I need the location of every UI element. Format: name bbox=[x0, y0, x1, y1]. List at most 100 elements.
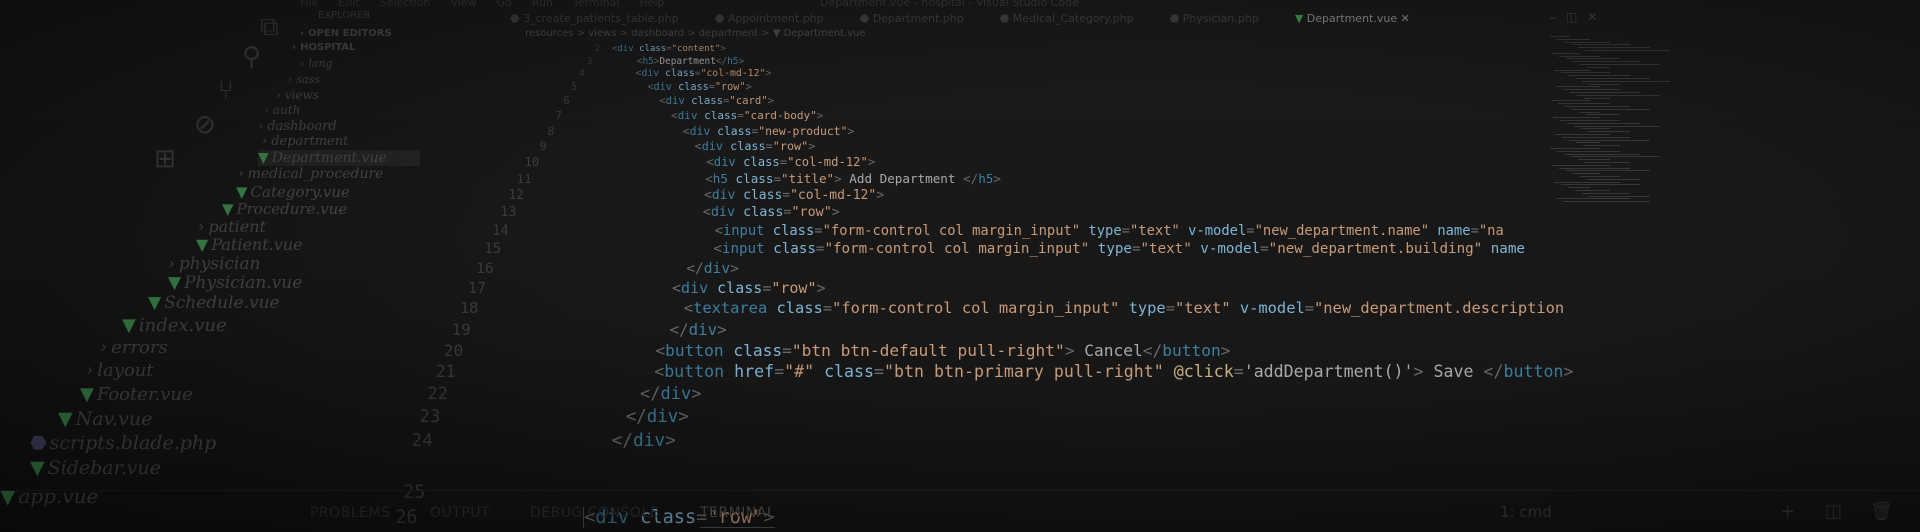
tab-department-php[interactable]: ⬣ Department.php bbox=[860, 12, 964, 25]
code-line[interactable]: <div class="card"> bbox=[659, 95, 774, 107]
minimap-line bbox=[1559, 167, 1630, 169]
code-line[interactable]: <div class="card-body"> bbox=[671, 109, 823, 122]
tab-appointment-php[interactable]: ⬣ Appointment.php bbox=[715, 12, 824, 25]
terminal-shell-select[interactable]: 1: cmd bbox=[1500, 503, 1552, 521]
explorer-folder-layout[interactable]: › layout bbox=[86, 360, 154, 381]
explorer-vue-patient-vue[interactable]: ▼ Patient.vue bbox=[196, 235, 303, 254]
code-line[interactable]: <h5>Department</h5> bbox=[637, 56, 744, 67]
explorer-vue-nav-vue[interactable]: ▼ Nav.vue bbox=[58, 408, 152, 430]
code-token: Save bbox=[1423, 362, 1484, 382]
menu-item-run[interactable]: Run bbox=[532, 0, 553, 9]
code-token: "row" bbox=[772, 138, 809, 153]
code-line[interactable]: </div> bbox=[670, 320, 727, 339]
minimap-line bbox=[1561, 184, 1640, 186]
code-line[interactable]: <div class="row"> bbox=[695, 139, 816, 153]
explorer-vue-index-vue[interactable]: ▼ index.vue bbox=[122, 315, 227, 336]
explorer-folder-views[interactable]: › views bbox=[276, 88, 319, 102]
explorer-vue-physician-vue[interactable]: ▼ Physician.vue bbox=[168, 273, 302, 293]
menu-item-view[interactable]: View bbox=[450, 0, 476, 9]
code-line[interactable]: <div class="content"> bbox=[612, 44, 726, 54]
code-line[interactable]: <div class="new-product"> bbox=[683, 124, 854, 138]
code-line[interactable]: </div> bbox=[612, 430, 676, 451]
minimap-line bbox=[1571, 44, 1630, 46]
vue-file-icon: ▼ bbox=[80, 384, 94, 405]
code-token: h5 bbox=[727, 55, 739, 67]
panel-tab-terminal[interactable]: TERMINAL bbox=[700, 505, 776, 528]
code-line[interactable]: <input class="form-control col margin_in… bbox=[715, 223, 1504, 239]
code-line[interactable]: </div> bbox=[640, 384, 701, 404]
window-controls[interactable]: ⎯◫✕ bbox=[1550, 10, 1607, 25]
code-token: > bbox=[665, 430, 676, 452]
menu-item-go[interactable]: Go bbox=[497, 0, 512, 9]
tab-physician-php[interactable]: ⬣ Physician.php bbox=[1170, 12, 1259, 25]
explorer-php-scripts-blade-php[interactable]: ⬣ scripts.blade.php bbox=[30, 432, 216, 454]
code-line[interactable]: </div> bbox=[686, 260, 739, 277]
explorer-item-label: views bbox=[284, 88, 319, 102]
vue-file-icon: ▼ bbox=[148, 293, 162, 313]
split-icon[interactable]: ◫ bbox=[1825, 501, 1842, 522]
explorer-folder-department[interactable]: › department bbox=[262, 134, 348, 149]
explorer-vue-category-vue[interactable]: ▼ Category.vue bbox=[236, 183, 350, 201]
code-line[interactable]: <h5 class="title"> Add Department </h5> bbox=[705, 171, 1001, 186]
code-token: </ bbox=[715, 55, 728, 67]
explorer-folder-lang[interactable]: › lang bbox=[300, 57, 333, 70]
code-line[interactable]: <button class="btn btn-default pull-righ… bbox=[655, 341, 1230, 360]
explorer-folder-dashboard[interactable]: › dashboard bbox=[258, 119, 337, 134]
minimap-line bbox=[1563, 89, 1620, 91]
tab-3-create-patients-table-php[interactable]: ⬣ 3_create_patients_table.php bbox=[510, 12, 679, 25]
explorer-item-label: errors bbox=[111, 337, 168, 358]
line-number: 11 bbox=[516, 170, 532, 186]
explorer-header-hospital[interactable]: › HOSPITAL bbox=[292, 42, 355, 53]
tab-medical-category-php[interactable]: ⬣ Medical_Category.php bbox=[1000, 12, 1134, 25]
explorer-vue-sidebar-vue[interactable]: ▼ Sidebar.vue bbox=[30, 457, 161, 479]
explorer-vue-schedule-vue[interactable]: ▼ Schedule.vue bbox=[148, 293, 280, 313]
code-token: "form-control col margin_input" bbox=[832, 299, 1120, 318]
code-line[interactable]: <div class="col-md-12"> bbox=[636, 68, 772, 79]
explorer-folder-sass[interactable]: › sass bbox=[288, 73, 320, 86]
minimap[interactable] bbox=[1540, 36, 1720, 206]
panel-tab-output[interactable]: OUTPUT bbox=[430, 505, 490, 521]
breadcrumb[interactable]: resources > views > dashboard > departme… bbox=[525, 28, 866, 39]
explorer-folder-auth[interactable]: › auth bbox=[264, 103, 300, 117]
code-line[interactable]: <div class="row"> bbox=[647, 82, 751, 93]
code-line[interactable]: <div class="col-md-12"> bbox=[706, 155, 875, 169]
explorer-vue-footer-vue[interactable]: ▼ Footer.vue bbox=[80, 384, 193, 405]
explorer-folder-errors[interactable]: › errors bbox=[100, 337, 168, 358]
panel-tab-debug-console[interactable]: DEBUG CONSOLE bbox=[530, 505, 659, 521]
explorer-folder-medical-procedure[interactable]: › medical_procedure bbox=[238, 166, 383, 182]
close-icon[interactable]: ✕ bbox=[1587, 10, 1607, 24]
menu-item-help[interactable]: Help bbox=[639, 0, 664, 9]
code-token: "col-md-12" bbox=[700, 68, 766, 80]
code-line[interactable]: <div class="row"> bbox=[703, 205, 840, 220]
explorer-vue-department-vue[interactable]: ▼ Department.vue bbox=[258, 150, 420, 166]
code-line[interactable]: <button href="#" class="btn btn-primary … bbox=[654, 362, 1573, 381]
code-line[interactable]: <textarea class="form-control col margin… bbox=[684, 299, 1564, 317]
tab-department-vue[interactable]: ▼ Department.vue ✕ bbox=[1295, 12, 1410, 25]
php-file-icon: ⬣ bbox=[30, 432, 47, 454]
panel-tab-problems[interactable]: PROBLEMS bbox=[310, 505, 390, 521]
minimize-icon[interactable]: ⎯ bbox=[1550, 10, 1566, 24]
explorer-header-open-editors[interactable]: › OPEN EDITORS bbox=[300, 28, 392, 39]
code-line[interactable]: <div class="row"> bbox=[672, 279, 826, 297]
minimap-line bbox=[1585, 162, 1630, 163]
code-token: </ bbox=[1142, 340, 1163, 360]
plus-icon[interactable]: + bbox=[1780, 501, 1795, 522]
explorer-folder-patient[interactable]: › patient bbox=[198, 217, 266, 236]
trash-icon[interactable]: 🗑 bbox=[1870, 501, 1893, 522]
line-number: 8 bbox=[547, 123, 555, 138]
explorer-item-label: department bbox=[271, 134, 349, 149]
code-token: > bbox=[717, 319, 727, 339]
minimap-line bbox=[1561, 72, 1610, 74]
code-line[interactable]: <div class="col-md-12"> bbox=[704, 188, 884, 203]
code-line[interactable]: </div> bbox=[626, 407, 689, 427]
minimap-line bbox=[1579, 111, 1600, 113]
explorer-folder-physician[interactable]: › physician bbox=[168, 254, 260, 274]
maximize-icon[interactable]: ◫ bbox=[1566, 10, 1587, 24]
code-token: class bbox=[727, 170, 774, 186]
minimap-line bbox=[1587, 66, 1610, 68]
explorer-vue-procedure-vue[interactable]: ▼ Procedure.vue bbox=[222, 200, 347, 218]
code-line[interactable]: <input class="form-control col margin_in… bbox=[713, 241, 1525, 257]
close-icon[interactable]: ✕ bbox=[1397, 12, 1410, 25]
explorer-item-label: sass bbox=[296, 73, 320, 86]
menu-item-terminal[interactable]: Terminal bbox=[573, 0, 620, 9]
